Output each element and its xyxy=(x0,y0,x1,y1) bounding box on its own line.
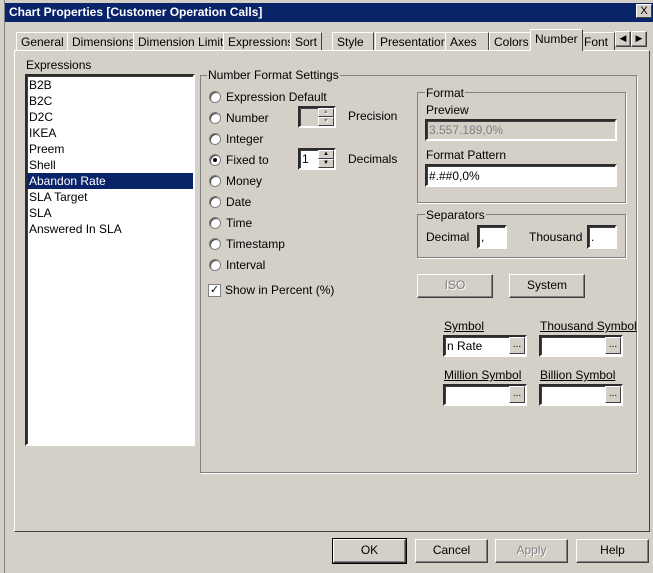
expression-item[interactable]: Answered In SLA xyxy=(27,221,193,237)
tab-presentation[interactable]: Presentation xyxy=(375,32,453,51)
radio-label: Time xyxy=(226,216,253,230)
radio-integer[interactable] xyxy=(209,133,221,145)
precision-down-icon[interactable]: ▼ xyxy=(318,117,334,126)
tab-expressions[interactable]: Expressions xyxy=(223,32,299,51)
expression-item[interactable]: Preem xyxy=(27,141,193,157)
format-pattern-input[interactable]: #.##0,0% xyxy=(425,164,617,187)
tab-general[interactable]: General xyxy=(16,32,69,51)
radio-label: Expression Default xyxy=(226,90,327,104)
thousand-symbol-browse-button[interactable]: ... xyxy=(605,337,621,354)
expression-item[interactable]: SLA Target xyxy=(27,189,193,205)
window-title: Chart Properties [Customer Operation Cal… xyxy=(9,5,263,19)
radio-number[interactable] xyxy=(209,112,221,124)
cancel-button[interactable]: Cancel xyxy=(415,539,488,563)
decimals-up-icon[interactable]: ▲ xyxy=(318,150,334,159)
tab-sort[interactable]: Sort xyxy=(290,32,323,51)
expression-item[interactable]: D2C xyxy=(27,109,193,125)
preview-label: Preview xyxy=(426,103,469,117)
decimal-label: Decimal xyxy=(426,230,470,244)
title-bar: Chart Properties [Customer Operation Cal… xyxy=(5,3,653,22)
billion-symbol-label: Billion Symbol xyxy=(540,368,616,382)
precision-up-icon[interactable]: ▲ xyxy=(318,108,334,117)
expression-item[interactable]: IKEA xyxy=(27,125,193,141)
iso-button[interactable]: ISO xyxy=(417,274,493,298)
apply-button[interactable]: Apply xyxy=(495,539,568,563)
radio-label: Date xyxy=(226,195,252,209)
radio-money[interactable] xyxy=(209,175,221,187)
radio-label: Timestamp xyxy=(226,237,285,251)
tab-font[interactable]: Font xyxy=(579,32,615,51)
million-symbol-browse-button[interactable]: ... xyxy=(509,386,525,403)
tab-number[interactable]: Number xyxy=(530,29,583,51)
tab-style[interactable]: Style xyxy=(332,32,374,51)
expressions-label: Expressions xyxy=(26,58,92,72)
decimal-separator-input[interactable]: , xyxy=(477,225,507,249)
help-button[interactable]: Help xyxy=(576,539,649,563)
expression-item[interactable]: Abandon Rate xyxy=(27,173,193,189)
show-percent-label: Show in Percent (%) xyxy=(225,283,335,297)
preview-field: 3.557.189,0% xyxy=(425,119,617,141)
precision-label: Precision xyxy=(348,109,398,123)
radio-time[interactable] xyxy=(209,217,221,229)
number-format-label: Number Format Settings xyxy=(207,68,340,82)
radio-fixed-to[interactable] xyxy=(209,154,221,166)
radio-date[interactable] xyxy=(209,196,221,208)
decimals-down-icon[interactable]: ▼ xyxy=(318,159,334,168)
system-button[interactable]: System xyxy=(509,274,585,298)
thousand-separator-input[interactable]: . xyxy=(587,225,617,249)
radio-timestamp[interactable] xyxy=(209,238,221,250)
radio-label: Money xyxy=(226,174,263,188)
decimals-label: Decimals xyxy=(348,152,398,166)
decimals-value: 1 xyxy=(302,152,309,166)
ok-button[interactable]: OK xyxy=(333,539,406,563)
expression-item[interactable]: B2B xyxy=(27,77,193,93)
separators-label: Separators xyxy=(425,208,486,222)
show-percent-checkbox[interactable]: ✓ xyxy=(208,284,221,297)
tab-dimension-limits[interactable]: Dimension Limits xyxy=(133,32,235,51)
radio-expression-default[interactable] xyxy=(209,91,221,103)
tab-axes[interactable]: Axes xyxy=(445,32,489,51)
radio-label: Interval xyxy=(226,258,266,272)
tab-scroll-right-button[interactable]: ▶ xyxy=(631,31,647,47)
radio-label: Number xyxy=(226,111,269,125)
expression-item[interactable]: B2C xyxy=(27,93,193,109)
window-edge xyxy=(0,0,5,573)
close-button[interactable]: X xyxy=(636,4,652,18)
format-pattern-label: Format Pattern xyxy=(426,148,507,162)
expression-item[interactable]: Shell xyxy=(27,157,193,173)
radio-interval[interactable] xyxy=(209,259,221,271)
expressions-list[interactable]: B2B B2C D2C IKEA Preem Shell Abandon Rate SLA T… xyxy=(25,74,195,446)
billion-symbol-browse-button[interactable]: ... xyxy=(605,386,621,403)
symbol-browse-button[interactable]: ... xyxy=(509,337,525,354)
format-label: Format xyxy=(425,86,466,100)
million-symbol-label: Million Symbol xyxy=(444,368,522,382)
tab-colors[interactable]: Colors xyxy=(489,32,534,51)
symbol-label: Symbol xyxy=(444,319,485,333)
tab-scroll-left-button[interactable]: ◀ xyxy=(615,31,631,47)
expression-item[interactable]: SLA xyxy=(27,205,193,221)
radio-label: Fixed to xyxy=(226,153,269,167)
tab-dimensions[interactable]: Dimensions xyxy=(67,32,140,51)
radio-label: Integer xyxy=(226,132,264,146)
thousand-symbol-label: Thousand Symbol xyxy=(540,319,637,333)
thousand-label: Thousand xyxy=(529,230,583,244)
